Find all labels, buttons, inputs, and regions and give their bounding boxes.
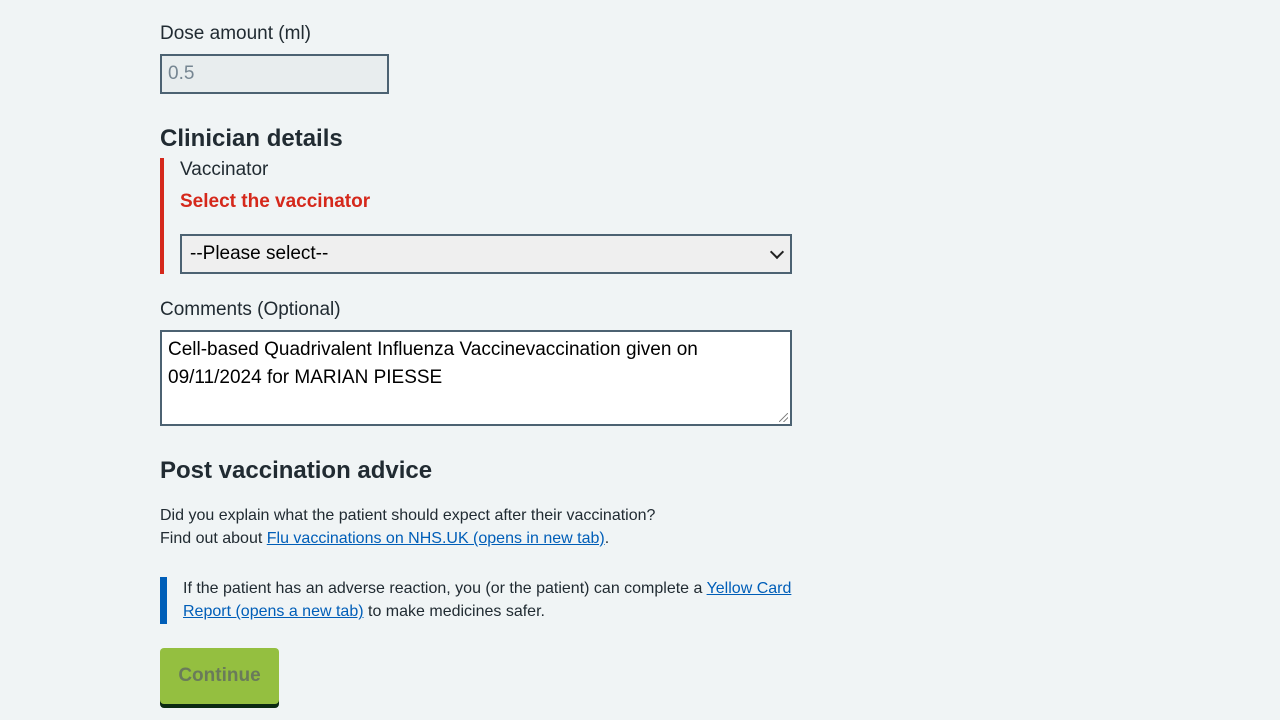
inset-prefix: If the patient has an adverse reaction, … [183,580,707,597]
chevron-down-icon [769,244,785,259]
inset-suffix: to make medicines safer. [368,603,545,620]
vaccinator-label: Vaccinator [180,159,269,180]
vaccinator-select[interactable]: --Please select-- [180,234,792,274]
dose-amount-value: 0.5 [168,63,195,84]
comments-textarea[interactable]: Cell-based Quadrivalent Influenza Vaccin… [160,330,792,426]
vaccinator-error-group: Vaccinator Select the vaccinator --Pleas… [160,158,792,274]
resize-handle-icon[interactable] [779,413,788,422]
vaccinator-error-message: Select the vaccinator [180,191,371,212]
advice-paragraph: Did you explain what the patient should … [160,504,800,550]
adverse-reaction-inset: If the patient has an adverse reaction, … [160,577,792,624]
flu-vaccinations-link[interactable]: Flu vaccinations on NHS.UK (opens in new… [267,530,605,547]
dose-amount-label: Dose amount (ml) [160,23,311,44]
clinician-details-heading: Clinician details [160,125,343,152]
dose-amount-field[interactable]: 0.5 [160,54,389,94]
post-vaccination-advice-heading: Post vaccination advice [160,457,433,484]
advice-question: Did you explain what the patient should … [160,507,656,524]
vaccinator-select-value: --Please select-- [190,243,329,264]
continue-button[interactable]: Continue [160,648,279,704]
find-out-suffix: . [604,530,610,547]
comments-label: Comments (Optional) [160,299,341,320]
page: Dose amount (ml) 0.5 Clinician details V… [0,0,1280,720]
find-out-prefix: Find out about [160,530,267,547]
comments-text: Cell-based Quadrivalent Influenza Vaccin… [168,339,698,388]
